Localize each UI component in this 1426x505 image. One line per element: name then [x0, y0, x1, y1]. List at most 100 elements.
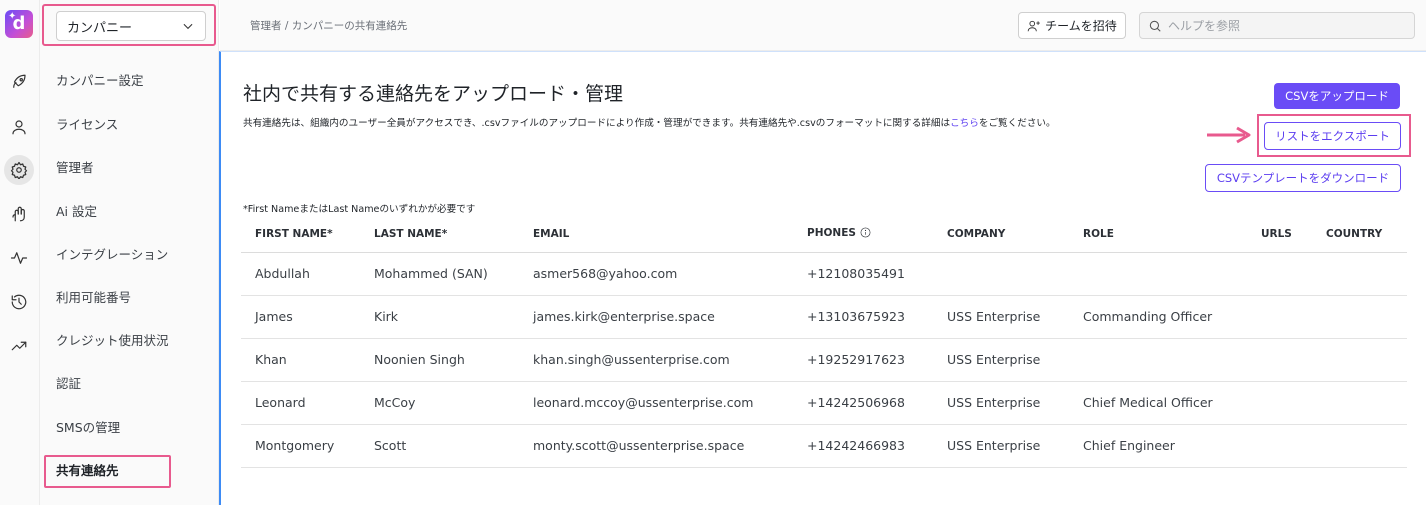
- download-template-button[interactable]: CSVテンプレートをダウンロード: [1205, 164, 1401, 192]
- header-last-name[interactable]: LAST NAME*: [360, 216, 519, 253]
- required-note: *First NameまたはLast Nameのいずれかが必要です: [243, 204, 476, 215]
- cell-email: leonard.mccoy@ussenterprise.com: [519, 381, 793, 425]
- history-icon[interactable]: [4, 287, 34, 317]
- company-select-value: カンパニー: [67, 20, 133, 36]
- header-country[interactable]: COUNTRY: [1312, 216, 1407, 253]
- table-header-row: FIRST NAME* LAST NAME* EMAIL PHONES COMP…: [241, 216, 1407, 253]
- cell-first-name: James: [241, 295, 360, 339]
- cell-email: james.kirk@enterprise.space: [519, 295, 793, 339]
- search-icon: [1149, 20, 1161, 32]
- company-select[interactable]: カンパニー: [56, 11, 206, 41]
- table-row[interactable]: Khan Noonien Singh khan.singh@ussenterpr…: [241, 338, 1407, 382]
- gear-icon[interactable]: [4, 155, 34, 185]
- header-phones-label: PHONES: [807, 226, 856, 239]
- page-title: 社内で共有する連絡先をアップロード・管理: [243, 83, 624, 105]
- description-text: 共有連絡先は、組織内のユーザー全員がアクセスでき、.csvファイルのアップロード…: [243, 118, 951, 129]
- header-first-name[interactable]: FIRST NAME*: [241, 216, 360, 253]
- table-row[interactable]: James Kirk james.kirk@enterprise.space +…: [241, 295, 1407, 339]
- cell-urls: [1247, 424, 1312, 468]
- sidebar-item-available-numbers[interactable]: 利用可能番号: [56, 288, 131, 308]
- header-urls[interactable]: URLS: [1247, 216, 1312, 253]
- table-row[interactable]: Leonard McCoy leonard.mccoy@ussenterpris…: [241, 381, 1407, 425]
- details-link[interactable]: こちら: [950, 118, 979, 129]
- description-tail: をご覧ください。: [978, 118, 1056, 129]
- invite-team-button[interactable]: チームを招待: [1018, 12, 1126, 39]
- sidebar-item-credit-usage[interactable]: クレジット使用状況: [56, 331, 169, 351]
- sidebar-item-authentication[interactable]: 認証: [56, 374, 81, 394]
- invite-team-label: チームを招待: [1045, 19, 1117, 33]
- cell-role: Commanding Officer: [1069, 295, 1247, 339]
- cell-urls: [1247, 252, 1312, 296]
- cell-role: [1069, 338, 1247, 382]
- sidebar-item-admin[interactable]: 管理者: [56, 158, 94, 178]
- cell-country: [1312, 424, 1407, 468]
- cell-company: [933, 252, 1069, 296]
- cell-email: monty.scott@ussenterprise.space: [519, 424, 793, 468]
- cell-first-name: Abdullah: [241, 252, 360, 296]
- info-icon[interactable]: [860, 227, 871, 241]
- cell-country: [1312, 381, 1407, 425]
- cell-first-name: Montgomery: [241, 424, 360, 468]
- cell-last-name: Noonien Singh: [360, 338, 519, 382]
- activity-icon[interactable]: [4, 243, 34, 273]
- header-email[interactable]: EMAIL: [519, 216, 793, 253]
- upload-csv-button[interactable]: CSVをアップロード: [1274, 83, 1400, 109]
- top-bar: 管理者 / カンパニーの共有連絡先 チームを招待: [220, 0, 1426, 51]
- cell-phones: +19252917623: [793, 338, 933, 382]
- table-row[interactable]: Montgomery Scott monty.scott@ussenterpri…: [241, 424, 1407, 468]
- sidebar-item-shared-contacts[interactable]: 共有連絡先: [56, 461, 119, 481]
- cell-country: [1312, 252, 1407, 296]
- cell-last-name: Mohammed (SAN): [360, 252, 519, 296]
- cell-country: [1312, 338, 1407, 382]
- cell-role: Chief Medical Officer: [1069, 381, 1247, 425]
- logo-letter: d: [12, 13, 26, 34]
- cell-urls: [1247, 381, 1312, 425]
- cell-company: USS Enterprise: [933, 381, 1069, 425]
- arrow-annotation-icon: [1207, 126, 1251, 144]
- export-list-button[interactable]: リストをエクスポート: [1264, 122, 1401, 150]
- user-icon[interactable]: [4, 112, 34, 142]
- cell-company: USS Enterprise: [933, 295, 1069, 339]
- ai-hand-icon[interactable]: [4, 199, 34, 229]
- cell-company: USS Enterprise: [933, 338, 1069, 382]
- cell-company: USS Enterprise: [933, 424, 1069, 468]
- sidebar-item-integration[interactable]: インテグレーション: [56, 245, 168, 265]
- cell-phones: +12108035491: [793, 252, 933, 296]
- header-role[interactable]: ROLE: [1069, 216, 1247, 253]
- main-panel: 社内で共有する連絡先をアップロード・管理 共有連絡先は、組織内のユーザー全員がア…: [219, 51, 1426, 505]
- add-user-icon: [1027, 20, 1041, 31]
- icon-rail: ✦ d: [0, 0, 40, 505]
- header-company[interactable]: COMPANY: [933, 216, 1069, 253]
- cell-country: [1312, 295, 1407, 339]
- breadcrumb: 管理者 / カンパニーの共有連絡先: [250, 20, 408, 32]
- help-search-input[interactable]: [1168, 18, 1398, 33]
- cell-urls: [1247, 295, 1312, 339]
- cell-last-name: McCoy: [360, 381, 519, 425]
- cell-last-name: Kirk: [360, 295, 519, 339]
- table-row[interactable]: Abdullah Mohammed (SAN) asmer568@yahoo.c…: [241, 252, 1407, 296]
- app-logo[interactable]: ✦ d: [5, 10, 33, 38]
- cell-phones: +14242466983: [793, 424, 933, 468]
- cell-last-name: Scott: [360, 424, 519, 468]
- cell-email: asmer568@yahoo.com: [519, 252, 793, 296]
- cell-first-name: Leonard: [241, 381, 360, 425]
- help-search[interactable]: [1139, 12, 1415, 39]
- page-description: 共有連絡先は、組織内のユーザー全員がアクセスでき、.csvファイルのアップロード…: [243, 115, 1056, 129]
- rocket-icon[interactable]: [4, 67, 34, 97]
- header-phones[interactable]: PHONES: [793, 216, 933, 253]
- cell-email: khan.singh@ussenterprise.com: [519, 338, 793, 382]
- cell-phones: +13103675923: [793, 295, 933, 339]
- trend-icon[interactable]: [4, 331, 34, 361]
- settings-sidebar: カンパニー カンパニー設定 ライセンス 管理者 Ai 設定 インテグレーション …: [40, 0, 219, 505]
- sidebar-item-ai-settings[interactable]: Ai 設定: [56, 202, 97, 222]
- cell-role: Chief Engineer: [1069, 424, 1247, 468]
- cell-urls: [1247, 338, 1312, 382]
- sidebar-item-sms[interactable]: SMSの管理: [56, 418, 120, 438]
- cell-role: [1069, 252, 1247, 296]
- cell-first-name: Khan: [241, 338, 360, 382]
- sidebar-item-company-settings[interactable]: カンパニー設定: [56, 71, 144, 91]
- chevron-down-icon: [183, 23, 193, 30]
- contacts-table: FIRST NAME* LAST NAME* EMAIL PHONES COMP…: [241, 216, 1407, 468]
- sidebar-item-license[interactable]: ライセンス: [56, 115, 118, 135]
- cell-phones: +14242506968: [793, 381, 933, 425]
